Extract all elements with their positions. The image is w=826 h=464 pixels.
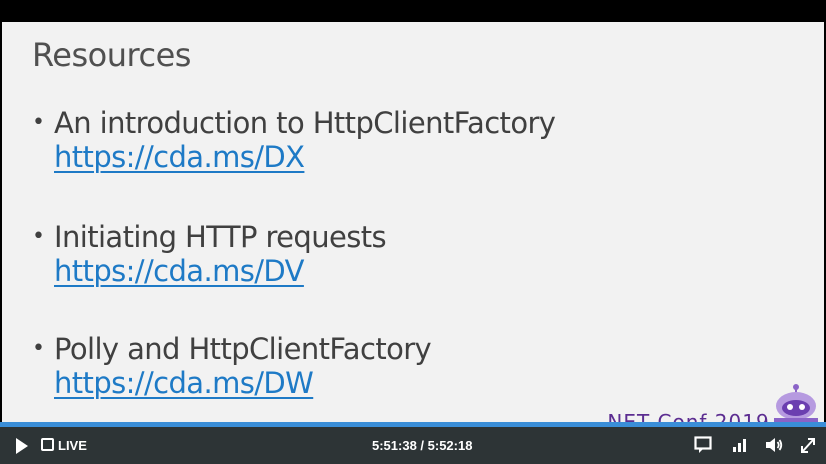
live-label: LIVE <box>58 438 87 453</box>
conference-footer: .NET Conf 2019 <box>600 410 770 422</box>
bot-mascot-icon <box>774 384 818 422</box>
presentation-slide: Resources • An introduction to HttpClient… <box>2 22 824 422</box>
live-button[interactable]: LIVE <box>41 438 87 453</box>
resource-link[interactable]: https://cda.ms/DV <box>54 254 386 288</box>
slide-title: Resources <box>32 36 191 74</box>
bullet-item: • An introduction to HttpClientFactory ht… <box>32 106 556 174</box>
bullet-text: Initiating HTTP requests <box>54 220 387 254</box>
live-icon <box>41 438 54 451</box>
bullet-dot: • <box>32 110 45 135</box>
player-controls: LIVE 5:51:38 / 5:52:18 <box>0 427 826 464</box>
resource-link[interactable]: https://cda.ms/DW <box>54 366 431 400</box>
play-icon[interactable] <box>16 438 28 454</box>
bullet-dot: • <box>32 336 45 361</box>
bullet-item: • Polly and HttpClientFactory https://cda… <box>32 332 432 400</box>
volume-icon[interactable] <box>764 436 784 454</box>
top-letterbox <box>0 0 826 22</box>
chat-icon[interactable] <box>694 436 712 454</box>
bullet-text: An introduction to HttpClientFactory <box>54 106 556 140</box>
quality-icon[interactable] <box>732 436 748 454</box>
bullet-dot: • <box>32 224 45 249</box>
time-display: 5:51:38 / 5:52:18 <box>372 438 473 453</box>
fullscreen-icon[interactable] <box>800 436 816 454</box>
resource-link[interactable]: https://cda.ms/DX <box>54 140 555 174</box>
bullet-item: • Initiating HTTP requests https://cda.ms… <box>32 220 387 288</box>
bullet-text: Polly and HttpClientFactory <box>54 332 432 366</box>
